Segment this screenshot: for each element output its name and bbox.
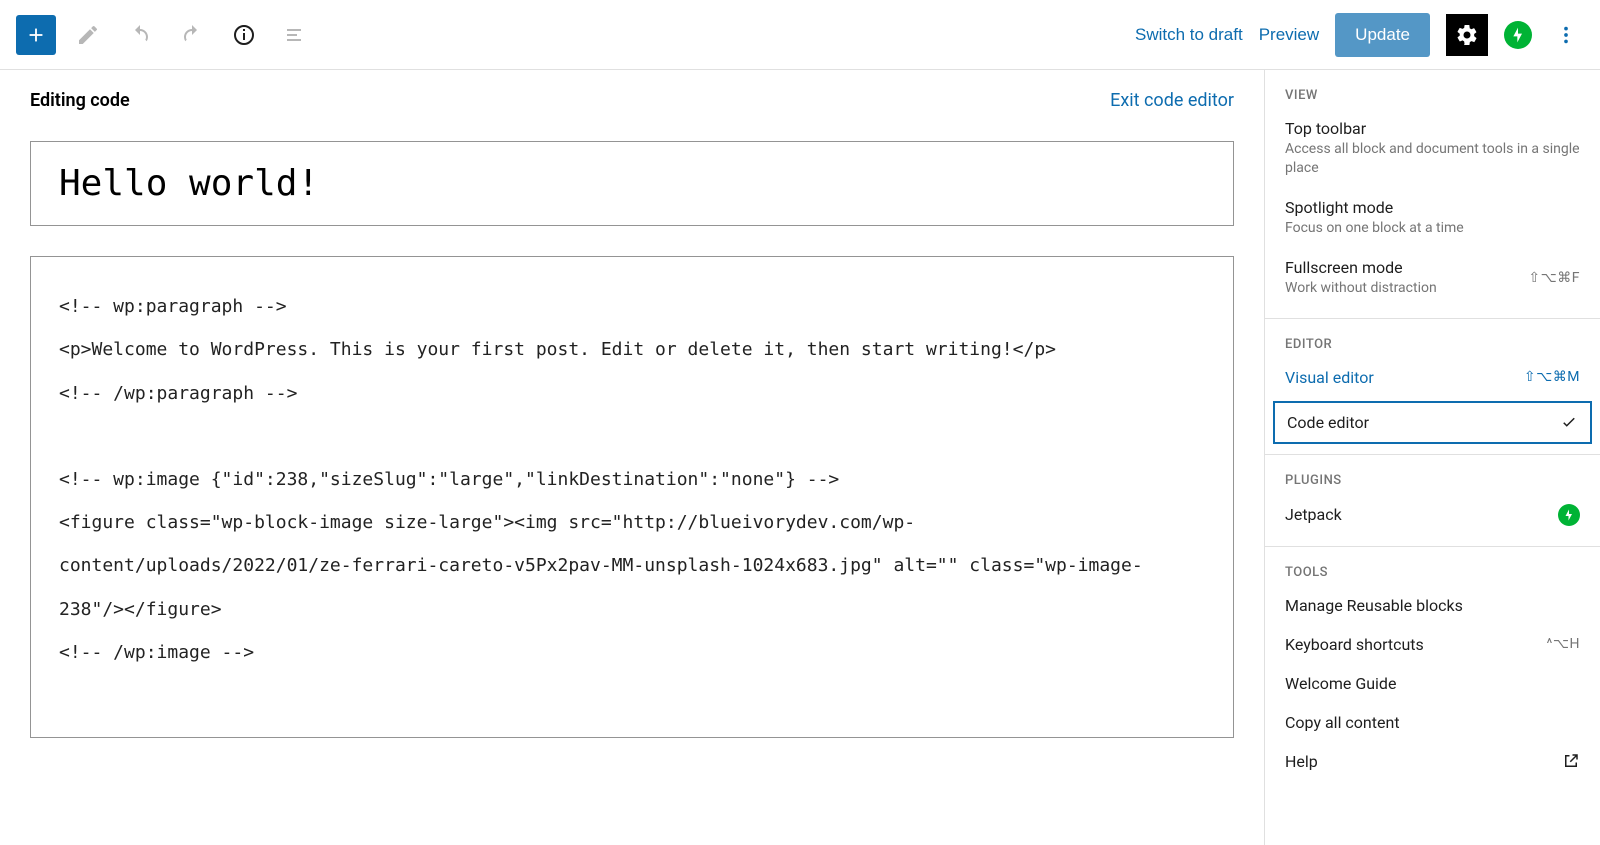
plus-icon — [25, 24, 47, 46]
toolbar-left-group — [16, 15, 316, 55]
panel-item-title: Visual editor — [1285, 368, 1374, 387]
switch-to-draft-button[interactable]: Switch to draft — [1135, 25, 1243, 45]
panel-item-title: Jetpack — [1285, 505, 1342, 524]
panel-item-shortcut: ⇧⌥⌘M — [1524, 369, 1580, 385]
panel-item-visual-editor[interactable]: Visual editor ⇧⌥⌘M — [1265, 358, 1600, 397]
jetpack-icon — [1510, 27, 1526, 43]
panel-item-top-toolbar[interactable]: Top toolbar Access all block and documen… — [1265, 109, 1600, 188]
panel-item-title: Help — [1285, 752, 1318, 771]
undo-icon — [128, 23, 152, 47]
code-editor-area: Editing code Exit code editor — [0, 70, 1264, 845]
panel-item-fullscreen-mode[interactable]: Fullscreen mode Work without distraction… — [1265, 248, 1600, 308]
panel-item-shortcut: ^⌥H — [1547, 636, 1580, 652]
jetpack-icon — [1558, 504, 1580, 526]
editor-top-toolbar: Switch to draft Preview Update — [0, 0, 1600, 70]
outline-button[interactable] — [276, 15, 316, 55]
panel-item-desc: Access all block and document tools in a… — [1285, 140, 1580, 178]
panel-item-title: Copy all content — [1285, 713, 1580, 732]
check-icon — [1560, 413, 1578, 431]
redo-icon — [180, 23, 204, 47]
panel-section-view-label: VIEW — [1265, 70, 1600, 109]
exit-code-editor-link[interactable]: Exit code editor — [1110, 90, 1234, 111]
body-wrap: Editing code Exit code editor VIEW Top t… — [0, 70, 1600, 845]
external-link-icon — [1562, 752, 1580, 770]
editing-code-label: Editing code — [30, 90, 130, 111]
more-options-panel: VIEW Top toolbar Access all block and do… — [1264, 70, 1600, 845]
panel-item-shortcut: ⇧⌥⌘F — [1528, 270, 1580, 286]
panel-item-title: Code editor — [1287, 413, 1369, 432]
settings-button[interactable] — [1446, 14, 1488, 56]
toolbar-right-group: Switch to draft Preview Update — [1135, 13, 1584, 57]
panel-section-plugins-label: PLUGINS — [1265, 455, 1600, 494]
info-icon — [232, 23, 256, 47]
panel-item-title: Manage Reusable blocks — [1285, 596, 1580, 615]
list-view-icon — [284, 23, 308, 47]
panel-section-tools-label: TOOLS — [1265, 547, 1600, 586]
post-title-input[interactable] — [59, 162, 1205, 205]
panel-item-help[interactable]: Help — [1265, 742, 1600, 781]
panel-item-manage-reusable-blocks[interactable]: Manage Reusable blocks — [1265, 586, 1600, 625]
panel-item-title: Top toolbar — [1285, 119, 1580, 138]
panel-item-copy-all-content[interactable]: Copy all content — [1265, 703, 1600, 742]
panel-item-title: Keyboard shortcuts — [1285, 635, 1424, 654]
panel-item-keyboard-shortcuts[interactable]: Keyboard shortcuts ^⌥H — [1265, 625, 1600, 664]
edit-mode-button[interactable] — [68, 15, 108, 55]
code-editor-header: Editing code Exit code editor — [30, 90, 1234, 111]
redo-button[interactable] — [172, 15, 212, 55]
panel-section-editor-label: EDITOR — [1265, 319, 1600, 358]
update-button[interactable]: Update — [1335, 13, 1430, 57]
kebab-icon — [1555, 24, 1577, 46]
panel-item-jetpack[interactable]: Jetpack — [1265, 494, 1600, 536]
jetpack-button[interactable] — [1504, 21, 1532, 49]
panel-item-desc: Work without distraction — [1285, 279, 1437, 298]
panel-item-title: Spotlight mode — [1285, 198, 1580, 217]
more-options-button[interactable] — [1548, 17, 1584, 53]
panel-item-desc: Focus on one block at a time — [1285, 219, 1580, 238]
undo-button[interactable] — [120, 15, 160, 55]
panel-item-welcome-guide[interactable]: Welcome Guide — [1265, 664, 1600, 703]
panel-item-title: Welcome Guide — [1285, 674, 1580, 693]
gear-icon — [1455, 23, 1479, 47]
preview-button[interactable]: Preview — [1259, 25, 1319, 45]
add-block-button[interactable] — [16, 15, 56, 55]
panel-item-code-editor[interactable]: Code editor — [1273, 401, 1592, 444]
panel-item-spotlight-mode[interactable]: Spotlight mode Focus on one block at a t… — [1265, 188, 1600, 248]
pencil-icon — [76, 23, 100, 47]
post-content-box — [30, 256, 1234, 738]
info-button[interactable] — [224, 15, 264, 55]
post-content-textarea[interactable] — [59, 285, 1205, 705]
post-title-box — [30, 141, 1234, 226]
panel-item-title: Fullscreen mode — [1285, 258, 1437, 277]
